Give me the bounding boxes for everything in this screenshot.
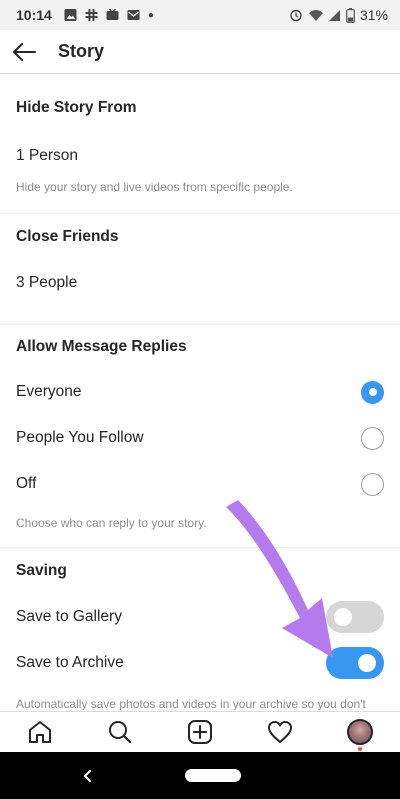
hide-story-from-row[interactable]: 1 Person	[0, 141, 400, 171]
message-replies-helper: Choose who can reply to your story.	[16, 516, 207, 530]
search-icon	[109, 721, 132, 744]
nav-add-post[interactable]	[176, 712, 224, 752]
close-friends-value: 3 People	[16, 274, 78, 291]
slack-icon	[85, 9, 98, 21]
section-title: Close Friends	[16, 228, 119, 245]
back-button[interactable]	[0, 30, 48, 74]
reply-option-label: Off	[16, 475, 37, 492]
hide-story-value: 1 Person	[16, 147, 79, 164]
chevron-left-icon	[83, 770, 91, 782]
status-time: 10:14	[16, 7, 52, 23]
notification-dot	[358, 747, 362, 751]
settings-content[interactable]: Hide Story From 1 Person Hide your story…	[0, 75, 400, 710]
arrow-left-icon	[13, 42, 36, 61]
system-nav-bar	[0, 752, 400, 799]
wifi-icon	[308, 10, 323, 21]
more-notifications-icon: ●	[147, 9, 154, 21]
section-title: Saving	[16, 562, 67, 579]
nav-search[interactable]	[96, 712, 144, 752]
message-replies-section: Allow Message Replies Everyone People Yo…	[0, 325, 400, 548]
signal-icon	[328, 10, 340, 21]
saving-section: Saving Save to Gallery Save to Archive A…	[0, 548, 400, 710]
reply-option-everyone[interactable]: Everyone	[0, 369, 400, 415]
page-title: Story	[58, 41, 105, 61]
nav-home[interactable]	[16, 712, 64, 752]
save-to-archive-row[interactable]: Save to Archive	[0, 640, 400, 686]
gmail-icon	[127, 10, 140, 20]
save-to-gallery-label: Save to Gallery	[16, 608, 122, 625]
hide-story-section: Hide Story From 1 Person Hide your story…	[0, 75, 400, 214]
reply-option-label: Everyone	[16, 383, 82, 400]
hide-story-helper: Hide your story and live videos from spe…	[16, 180, 293, 194]
status-bar: 10:14 ● 31%	[0, 0, 400, 30]
battery-percent: 31%	[359, 7, 388, 23]
header: Story	[0, 30, 400, 74]
radio-unchecked-icon[interactable]	[361, 472, 384, 496]
save-to-gallery-row[interactable]: Save to Gallery	[0, 594, 400, 640]
alarm-icon	[290, 9, 302, 22]
heart-icon	[268, 721, 292, 743]
saving-helper: Automatically save photos and videos in …	[16, 697, 366, 710]
youtube-icon	[106, 9, 119, 20]
add-post-icon	[188, 720, 212, 744]
save-to-archive-label: Save to Archive	[16, 654, 124, 671]
close-friends-section: Close Friends 3 People	[0, 214, 400, 325]
radio-checked-icon[interactable]	[361, 380, 384, 404]
home-icon	[29, 721, 51, 743]
nav-activity[interactable]	[256, 712, 304, 752]
close-friends-row[interactable]: 3 People	[0, 260, 400, 306]
section-title: Hide Story From	[16, 99, 137, 116]
bottom-nav	[0, 711, 400, 752]
reply-option-off[interactable]: Off	[0, 461, 400, 507]
radio-unchecked-icon[interactable]	[361, 426, 384, 450]
reply-option-people-you-follow[interactable]: People You Follow	[0, 415, 400, 461]
nav-profile[interactable]	[336, 712, 384, 752]
system-home-pill[interactable]	[185, 769, 241, 782]
section-title: Allow Message Replies	[16, 338, 187, 355]
profile-avatar	[347, 719, 373, 745]
gallery-icon	[64, 9, 77, 21]
system-back-button[interactable]	[76, 764, 100, 788]
save-to-gallery-toggle[interactable]	[326, 601, 384, 633]
save-to-archive-toggle[interactable]	[326, 647, 384, 679]
reply-option-label: People You Follow	[16, 429, 144, 446]
battery-icon	[346, 7, 355, 23]
